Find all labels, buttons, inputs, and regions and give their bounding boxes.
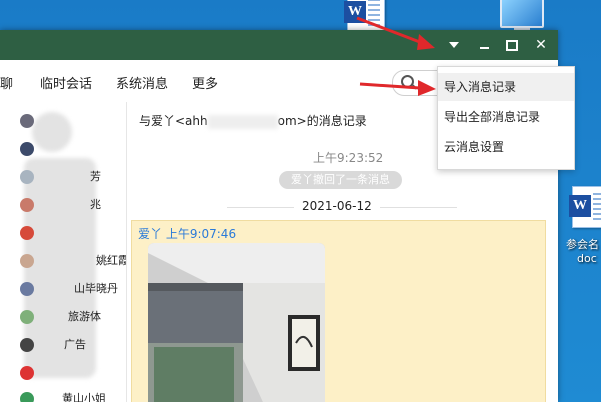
contact-name: 广告 bbox=[64, 338, 86, 351]
avatar bbox=[20, 366, 34, 380]
tab-chat[interactable]: 聊 bbox=[0, 73, 13, 92]
avatar bbox=[20, 226, 34, 240]
word-document-icon-right[interactable]: W bbox=[569, 186, 601, 228]
desktop-icon-label: 参会名 bbox=[566, 238, 599, 251]
contact-name: 兆 bbox=[90, 198, 101, 211]
contact-name: 姚红霞 bbox=[96, 254, 127, 267]
annotation-arrow-top bbox=[356, 16, 435, 50]
computer-icon[interactable] bbox=[500, 0, 544, 34]
avatar bbox=[20, 198, 34, 212]
close-button[interactable]: ✕ bbox=[527, 30, 555, 60]
avatar bbox=[20, 170, 34, 184]
menu-item-cloud-message-settings[interactable]: 云消息设置 bbox=[438, 133, 574, 161]
menu-item-export-all-records[interactable]: 导出全部消息记录 bbox=[438, 103, 574, 131]
record-title: 与爱丫<ahh om>的消息记录 bbox=[139, 112, 367, 129]
recall-notice: 爱丫撤回了一条消息 bbox=[279, 171, 402, 189]
sender-line: 爱丫 上午9:07:46 bbox=[138, 227, 237, 241]
list-item[interactable]: 兆 bbox=[14, 194, 126, 220]
caret-down-icon bbox=[449, 42, 459, 48]
maximize-button[interactable] bbox=[498, 30, 526, 60]
minimize-button[interactable] bbox=[470, 30, 498, 60]
avatar bbox=[20, 392, 34, 402]
list-item[interactable]: 旅游体 bbox=[14, 306, 126, 332]
menu-item-import-records[interactable]: 导入消息记录 bbox=[438, 73, 574, 101]
redacted-email bbox=[207, 114, 278, 129]
contact-name: 芳 bbox=[90, 170, 101, 183]
avatar bbox=[20, 338, 34, 352]
list-item[interactable] bbox=[14, 222, 126, 248]
photo-message-image[interactable] bbox=[148, 243, 325, 402]
avatar bbox=[20, 114, 34, 128]
list-item[interactable]: 山毕晓丹 bbox=[14, 278, 126, 304]
record-title-prefix: 与爱丫<ahh bbox=[139, 114, 208, 128]
maximize-icon bbox=[506, 39, 518, 51]
tab-system-messages[interactable]: 系统消息 bbox=[116, 73, 168, 92]
list-item[interactable] bbox=[14, 110, 126, 136]
minimize-icon bbox=[479, 47, 489, 49]
tab-more[interactable]: 更多 bbox=[192, 73, 218, 92]
list-item[interactable]: 黄山小姐 bbox=[14, 388, 126, 402]
avatar bbox=[20, 282, 34, 296]
contact-list: 芳 兆 姚红霞 山毕晓丹 旅游体 广告 黄山小姐 bbox=[0, 102, 127, 402]
list-item[interactable]: 姚红霞 bbox=[14, 250, 126, 276]
photo-content bbox=[148, 243, 325, 402]
message-timestamp: 上午9:23:52 bbox=[313, 151, 384, 165]
close-icon: ✕ bbox=[535, 37, 547, 53]
desktop-icon-label-ext: doc bbox=[577, 252, 597, 265]
contact-name: 旅游体 bbox=[68, 310, 101, 323]
tab-temp-session[interactable]: 临时会话 bbox=[40, 73, 92, 92]
contact-name: 黄山小姐 bbox=[62, 392, 106, 402]
list-item[interactable] bbox=[14, 138, 126, 164]
dropdown-menu: 导入消息记录 导出全部消息记录 云消息设置 bbox=[437, 66, 575, 170]
list-item[interactable]: 芳 bbox=[14, 166, 126, 192]
list-item[interactable] bbox=[14, 362, 126, 388]
title-bar: ✕ bbox=[0, 30, 558, 60]
annotation-arrow-menu bbox=[359, 80, 436, 96]
list-item[interactable]: 广告 bbox=[14, 334, 126, 360]
avatar bbox=[20, 142, 34, 156]
record-title-suffix: om>的消息记录 bbox=[277, 114, 367, 128]
avatar bbox=[20, 310, 34, 324]
date-label: 2021-06-12 bbox=[294, 199, 380, 213]
contact-name: 山毕晓丹 bbox=[74, 282, 118, 295]
avatar bbox=[20, 254, 34, 268]
message-bubble[interactable]: 爱丫 上午9:07:46 bbox=[131, 220, 546, 402]
